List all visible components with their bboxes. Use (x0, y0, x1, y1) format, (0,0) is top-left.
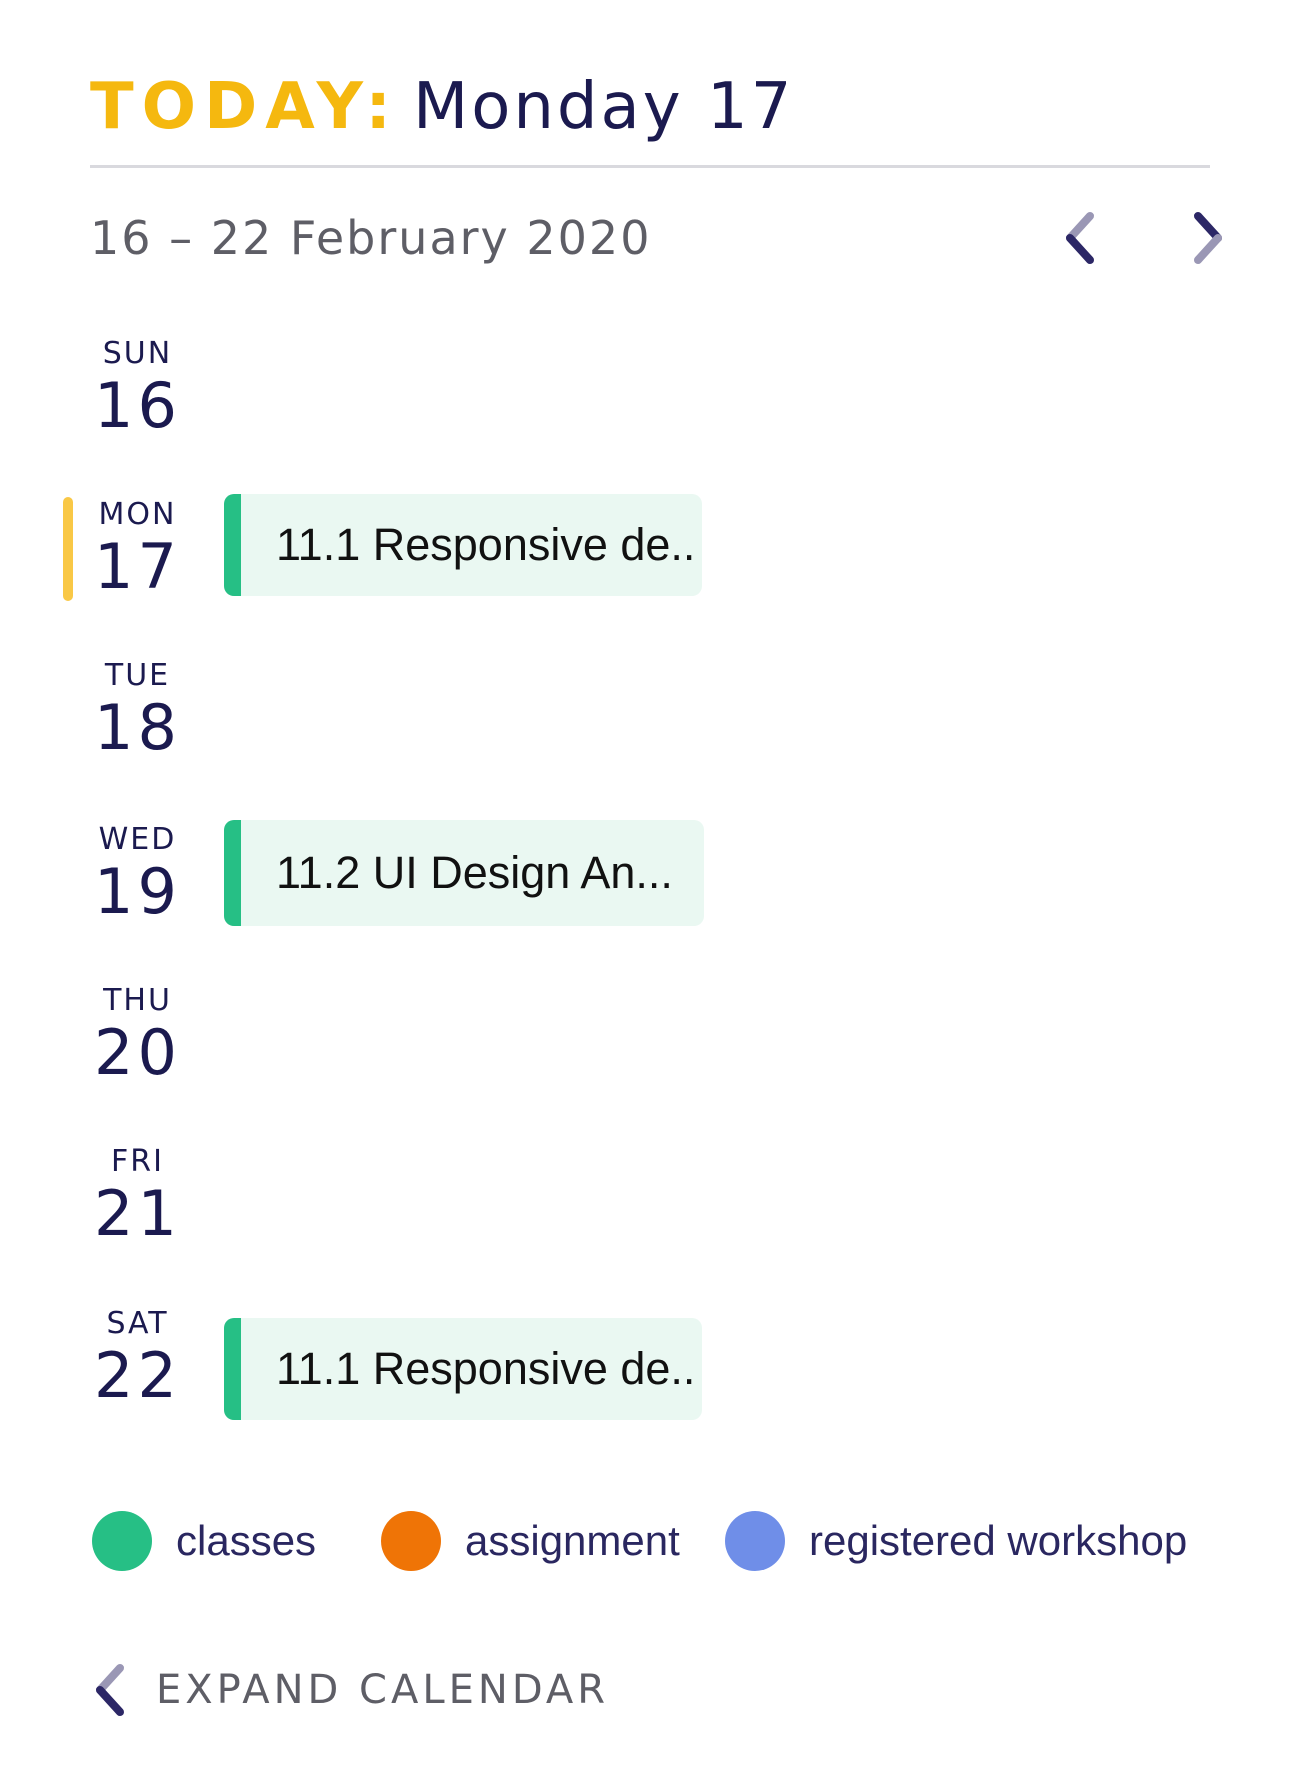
event-title: 11.2 UI Design An... (276, 847, 673, 898)
legend-dot (92, 1511, 152, 1571)
day-number: 18 (94, 691, 181, 764)
day-row-thu[interactable]: THU 20 (90, 983, 1190, 1093)
header-divider (90, 165, 1210, 168)
legend-label: assignment (465, 1517, 680, 1564)
day-row-mon[interactable]: MON 17 11.1 Responsive de.. (63, 494, 1190, 607)
legend-label: registered workshop (809, 1517, 1188, 1564)
day-label: SAT (106, 1306, 169, 1341)
today-indicator (63, 497, 73, 601)
day-number: 21 (94, 1177, 181, 1250)
day-label: FRI (111, 1144, 164, 1179)
day-number: 17 (94, 530, 181, 603)
day-row-sat[interactable]: SAT 22 11.1 Responsive de.. (90, 1306, 1190, 1420)
day-label: SUN (102, 336, 173, 371)
event-type-bar (224, 820, 241, 926)
week-range: 16 – 22 February 2020 (90, 211, 652, 265)
day-label: WED (98, 822, 177, 857)
event-title: 11.1 Responsive de.. (276, 519, 696, 570)
day-row-sun[interactable]: SUN 16 (90, 336, 1190, 446)
legend-label: classes (176, 1517, 317, 1564)
expand-calendar-label: EXPAND CALENDAR (156, 1667, 610, 1713)
day-label: THU (103, 983, 172, 1018)
next-week-button[interactable] (1180, 208, 1240, 268)
chevron-left-icon (1066, 212, 1094, 264)
event-type-bar (224, 1318, 241, 1420)
day-row-wed[interactable]: WED 19 11.2 UI Design An... (90, 820, 1190, 932)
day-number: 22 (94, 1339, 181, 1412)
day-number: 16 (94, 369, 181, 442)
day-label: TUE (104, 658, 171, 693)
today-date: Monday 17 (412, 70, 795, 144)
event-card[interactable]: 11.1 Responsive de.. (224, 494, 702, 596)
page-title: TODAY: Monday 17 (90, 62, 1210, 152)
day-number: 19 (94, 855, 181, 928)
day-row-fri[interactable]: FRI 21 (90, 1144, 1190, 1254)
day-row-tue[interactable]: TUE 18 (90, 658, 1190, 768)
previous-week-button[interactable] (1052, 208, 1112, 268)
today-label: TODAY: (90, 70, 399, 144)
chevron-right-icon (1194, 212, 1222, 264)
chevron-left-icon (96, 1664, 124, 1716)
expand-calendar-button[interactable]: EXPAND CALENDAR (90, 1660, 650, 1720)
legend-dot (725, 1511, 785, 1571)
event-type-bar (224, 494, 241, 596)
event-title: 11.1 Responsive de.. (276, 1343, 696, 1394)
day-number: 20 (94, 1016, 181, 1089)
event-legend: classes assignment registered workshop (92, 1510, 1272, 1572)
legend-dot (381, 1511, 441, 1571)
day-label: MON (98, 497, 177, 532)
event-card[interactable]: 11.2 UI Design An... (224, 820, 704, 926)
event-card[interactable]: 11.1 Responsive de.. (224, 1318, 702, 1420)
